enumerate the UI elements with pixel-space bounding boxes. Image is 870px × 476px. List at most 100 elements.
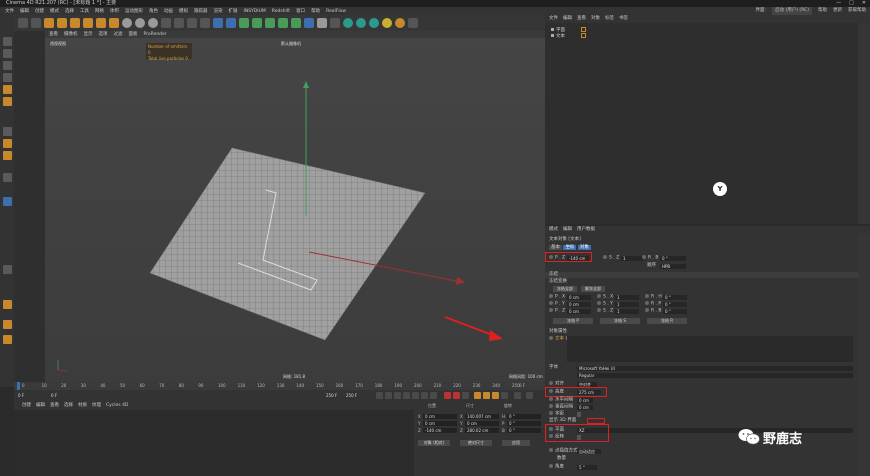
texture-mode-icon[interactable] [3,61,12,70]
object-row-text[interactable]: 文本 [551,33,586,39]
make-editable-icon[interactable] [3,37,12,46]
viewport-menu-6[interactable]: ProRender [144,31,167,38]
material-menu-1[interactable]: 编辑 [36,401,45,410]
render-picture-icon[interactable] [187,18,197,28]
text-visibility-icon[interactable] [581,33,586,38]
snap-icon[interactable] [3,151,12,160]
timeline-settings-icon[interactable] [526,392,533,399]
freeze-radio-icon[interactable] [597,301,601,305]
xparticles-icon[interactable] [343,18,353,28]
freeze-value-field[interactable]: 1 [615,309,639,314]
font-style-select[interactable]: Regular [577,373,853,378]
coord-rotation-field[interactable]: 0 ° [507,421,541,426]
material-area[interactable] [14,410,414,476]
freeze-radio-icon[interactable] [549,308,553,312]
menu-item-8[interactable]: 运动图形 [122,8,146,14]
object-manager-scrollbar[interactable] [858,23,870,224]
light-icon[interactable] [317,18,327,28]
material-menu-4[interactable]: 材质 [78,401,87,410]
menu-extra-2[interactable]: 获取帮助 [848,7,866,15]
section-freeze[interactable]: 冻结 [545,272,858,278]
recent-tool-icon[interactable] [96,18,106,28]
viewport[interactable]: 透视视图 默认摄像机 [45,38,545,382]
subdivision-icon[interactable] [239,18,249,28]
hspacing-radio-icon[interactable] [549,397,553,401]
coordinate-system-icon[interactable] [161,18,171,28]
om-menu-5[interactable]: 书签 [619,15,628,23]
python-icon[interactable] [330,18,340,28]
om-menu-3[interactable]: 对象 [591,15,600,23]
freeze-s-button[interactable]: 冻结 S [600,318,640,324]
menu-item-9[interactable]: 角色 [146,8,161,14]
close-icon[interactable]: ✕ [862,0,866,7]
viewport-menu-1[interactable]: 摄像机 [64,31,78,38]
material-menu-2[interactable]: 查看 [50,401,59,410]
tab-basic[interactable]: 基本 [549,245,562,250]
menu-item-5[interactable]: 工具 [77,8,92,14]
grid-icon[interactable] [3,265,12,274]
viewport-menu-0[interactable]: 查看 [49,31,58,38]
order-select[interactable]: HPB [660,264,686,269]
menu-extra-0[interactable]: 帮助 [818,7,827,15]
menu-item-6[interactable]: 网格 [92,8,107,14]
next-frame-icon[interactable] [412,392,419,399]
menu-item-19[interactable]: RealFlow [323,9,349,14]
axis-z-icon[interactable] [148,18,158,28]
menu-item-3[interactable]: 模式 [47,8,62,14]
material-menu-0[interactable]: 创建 [22,401,31,410]
vspacing-radio-icon[interactable] [549,404,553,408]
text-radio-icon[interactable] [549,336,553,340]
axis-mode-icon[interactable] [3,139,12,148]
om-menu-0[interactable]: 文件 [549,15,558,23]
object-manager[interactable]: 平面 文本 [545,23,858,224]
coord-rotation-field[interactable]: 0 ° [507,414,541,419]
end-frame-field-2[interactable]: 250 F [344,393,362,398]
menu-item-10[interactable]: 动画 [161,8,176,14]
start-frame-field[interactable]: 0 F [16,393,34,398]
playhead[interactable] [17,382,20,390]
viewport-menu-2[interactable]: 显示 [84,31,93,38]
camera-icon[interactable] [304,18,314,28]
menu-item-4[interactable]: 选择 [62,8,77,14]
coord-mode-select[interactable]: 对象 (相对) [418,440,450,446]
coord-position-field[interactable]: 0 cm [423,421,457,426]
freeze-value-field[interactable]: 0 cm [567,309,591,314]
move-icon[interactable] [57,18,67,28]
freeze-value-field[interactable]: 1 [615,295,639,300]
unfreeze-all-button[interactable]: 解冻全部 [581,286,605,292]
timeline-ruler[interactable]: 0 10 20 30 40 50 60 70 80 90 100 110 120 130 140 150 160… [14,382,545,390]
magnet-icon[interactable] [3,300,12,309]
rb-radio-icon[interactable] [642,255,646,259]
scale-icon[interactable] [70,18,80,28]
hspacing-field[interactable]: 0 cm [577,398,593,403]
tab-coord[interactable]: 坐标 [563,245,577,250]
camera-label[interactable]: 默认摄像机 [281,41,301,47]
coord-rotation-field[interactable]: 0 ° [507,428,541,433]
freeze-r-button[interactable]: 冻结 R [647,318,687,324]
menu-item-17[interactable]: 窗口 [293,8,308,14]
minimize-icon[interactable]: — [836,0,841,7]
menu-item-16[interactable]: Redshift [269,9,293,14]
current-frame-field[interactable]: 0 F [49,393,67,398]
goto-start-icon[interactable] [376,392,383,399]
array-icon[interactable] [252,18,262,28]
cloner-icon[interactable] [265,18,275,28]
plane-visibility-icon[interactable] [581,27,586,32]
om-menu-1[interactable]: 编辑 [563,15,572,23]
record-icon[interactable] [444,392,451,399]
render-view-icon[interactable] [174,18,184,28]
freeze-radio-icon[interactable] [549,301,553,305]
material-menu-5[interactable]: 纹理 [92,401,101,410]
material-menu-6[interactable]: Cycles 4D [106,401,128,410]
end-frame-field[interactable]: 250 F [324,393,342,398]
pla-icon[interactable] [514,392,521,399]
floor-icon[interactable] [291,18,301,28]
axis-x-icon[interactable] [122,18,132,28]
redo-icon[interactable] [31,18,41,28]
freeze-radio-icon[interactable] [597,308,601,312]
prev-frame-icon[interactable] [394,392,401,399]
coord-size-field[interactable]: 0 cm [465,421,499,426]
kerning-radio-icon[interactable] [549,411,553,415]
freeze-p-button[interactable]: 冻结 P [553,318,593,324]
material-menu-3[interactable]: 选择 [64,401,73,410]
